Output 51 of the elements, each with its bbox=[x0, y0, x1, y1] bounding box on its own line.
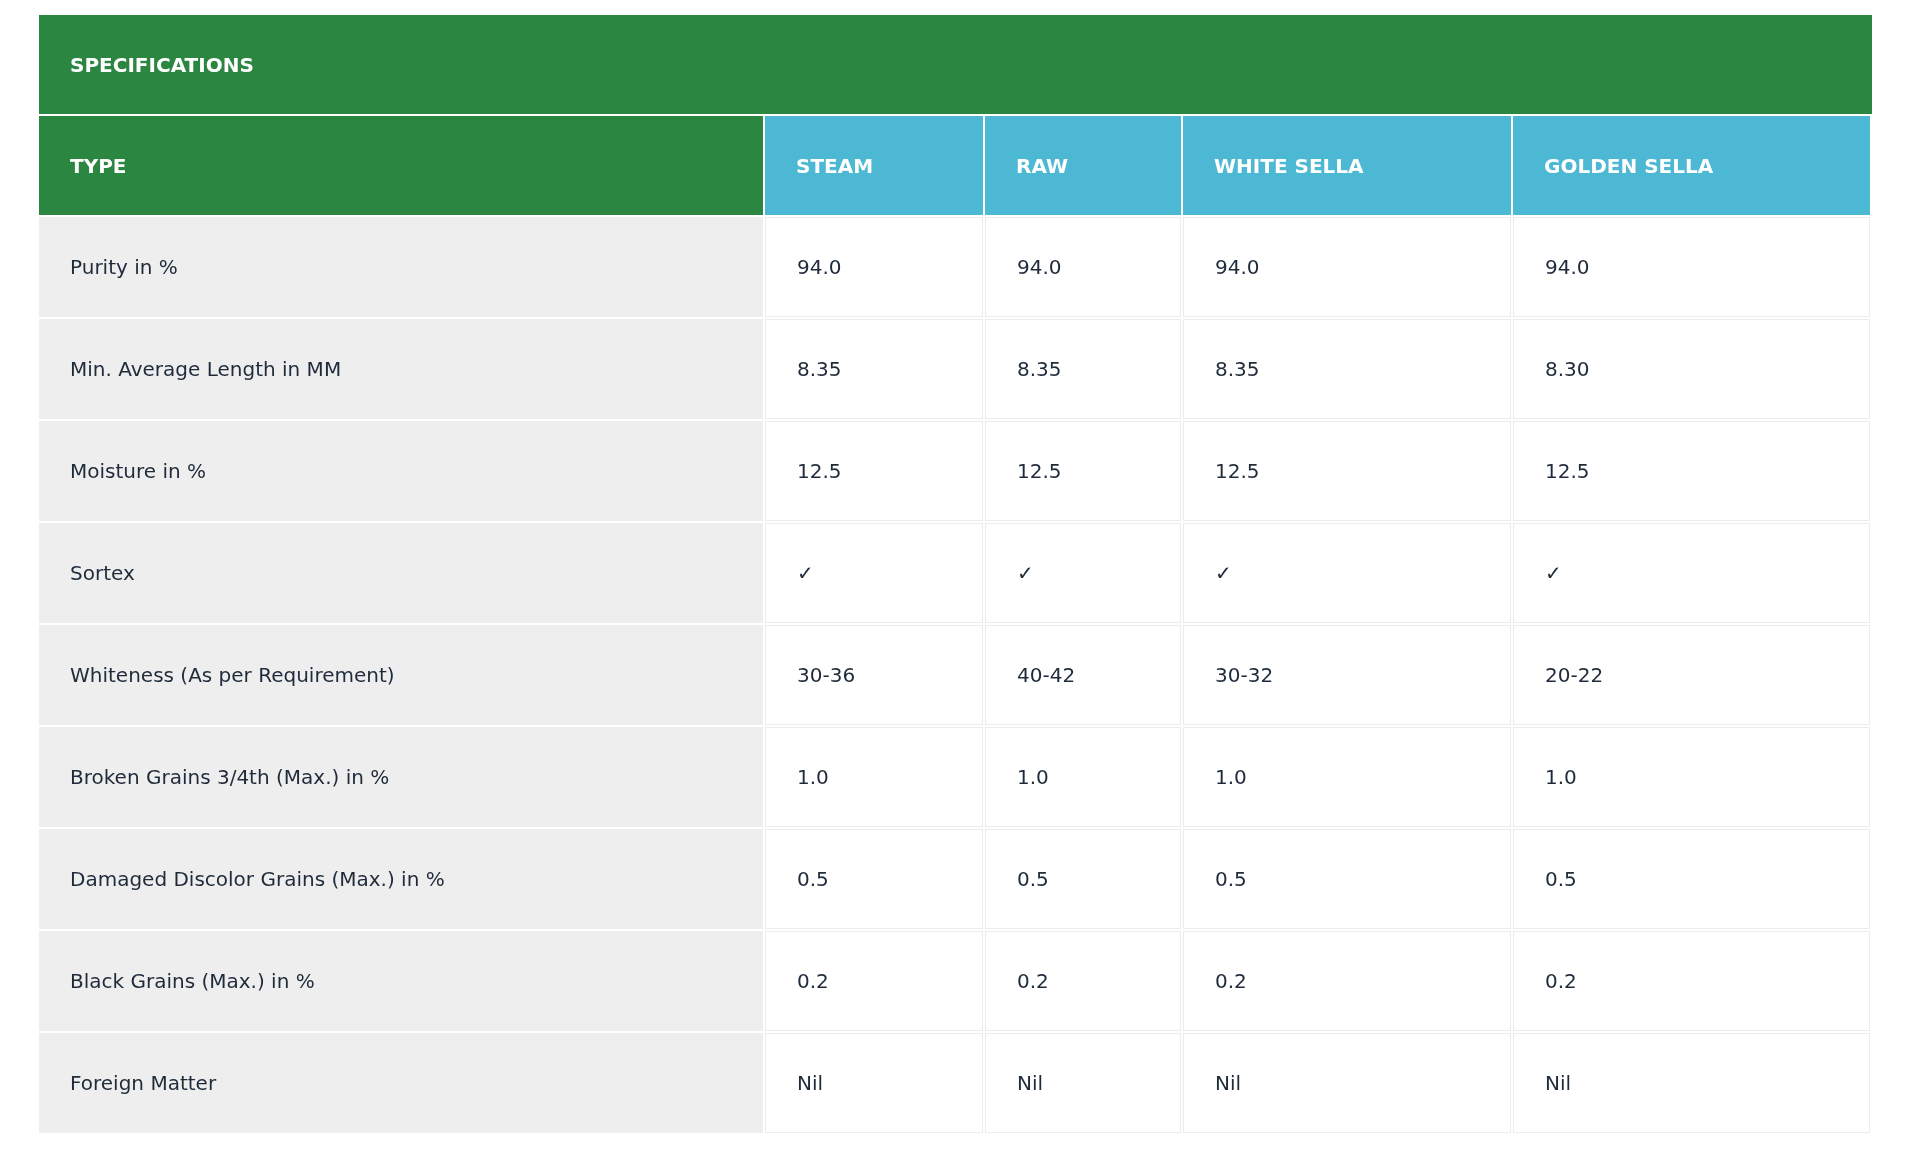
table-cell: 94.0 bbox=[765, 217, 983, 317]
table-cell: 8.35 bbox=[985, 319, 1181, 419]
table-cell: 30-32 bbox=[1183, 625, 1511, 725]
row-label: Min. Average Length in MM bbox=[39, 319, 763, 419]
table-cell: Nil bbox=[1513, 1033, 1870, 1133]
row-label: Broken Grains 3/4th (Max.) in % bbox=[39, 727, 763, 827]
row-label: Sortex bbox=[39, 523, 763, 623]
table-cell: 1.0 bbox=[1513, 727, 1870, 827]
table-cell: 12.5 bbox=[985, 421, 1181, 521]
table-cell: 0.5 bbox=[765, 829, 983, 929]
table-cell: 94.0 bbox=[1513, 217, 1870, 317]
table-cell: 0.2 bbox=[1183, 931, 1511, 1031]
table-cell: 0.2 bbox=[765, 931, 983, 1031]
table-cell: 12.5 bbox=[765, 421, 983, 521]
table-cell: 8.30 bbox=[1513, 319, 1870, 419]
row-label: Moisture in % bbox=[39, 421, 763, 521]
table-title: SPECIFICATIONS bbox=[39, 15, 1872, 114]
table-cell: 1.0 bbox=[1183, 727, 1511, 827]
table-cell: 20-22 bbox=[1513, 625, 1870, 725]
column-header: STEAM bbox=[765, 116, 983, 215]
row-label: Black Grains (Max.) in % bbox=[39, 931, 763, 1031]
table-cell: 94.0 bbox=[1183, 217, 1511, 317]
table-cell: ✓ bbox=[985, 523, 1181, 623]
table-cell: 12.5 bbox=[1183, 421, 1511, 521]
column-header: RAW bbox=[985, 116, 1181, 215]
table-cell: 0.2 bbox=[985, 931, 1181, 1031]
table-cell: 0.5 bbox=[1183, 829, 1511, 929]
table-cell: 0.5 bbox=[985, 829, 1181, 929]
table-cell: 0.2 bbox=[1513, 931, 1870, 1031]
row-label: Purity in % bbox=[39, 217, 763, 317]
table-cell: 8.35 bbox=[765, 319, 983, 419]
column-header: GOLDEN SELLA bbox=[1513, 116, 1870, 215]
table-cell: 12.5 bbox=[1513, 421, 1870, 521]
table-cell: ✓ bbox=[1183, 523, 1511, 623]
table-cell: 1.0 bbox=[765, 727, 983, 827]
table-cell: ✓ bbox=[765, 523, 983, 623]
table-cell: 1.0 bbox=[985, 727, 1181, 827]
table-cell: 94.0 bbox=[985, 217, 1181, 317]
table-cell: 8.35 bbox=[1183, 319, 1511, 419]
table-cell: 30-36 bbox=[765, 625, 983, 725]
column-header: TYPE bbox=[39, 116, 763, 215]
row-label: Damaged Discolor Grains (Max.) in % bbox=[39, 829, 763, 929]
column-header: WHITE SELLA bbox=[1183, 116, 1511, 215]
table-cell: Nil bbox=[765, 1033, 983, 1133]
row-label: Whiteness (As per Requirement) bbox=[39, 625, 763, 725]
table-cell: Nil bbox=[985, 1033, 1181, 1133]
table-cell: 40-42 bbox=[985, 625, 1181, 725]
table-cell: 0.5 bbox=[1513, 829, 1870, 929]
table-cell: ✓ bbox=[1513, 523, 1870, 623]
table-cell: Nil bbox=[1183, 1033, 1511, 1133]
row-label: Foreign Matter bbox=[39, 1033, 763, 1133]
